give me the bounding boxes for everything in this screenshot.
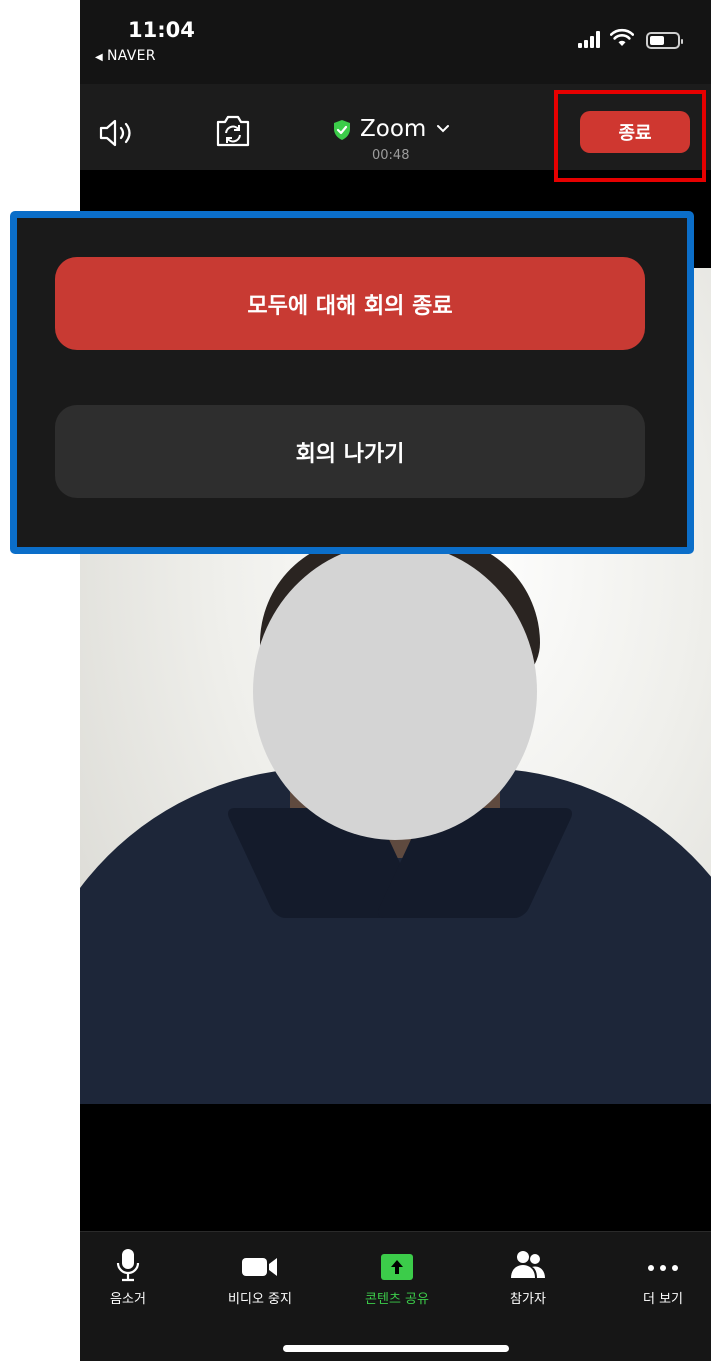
- status-time: 11:04: [128, 18, 195, 42]
- microphone-icon: [116, 1249, 140, 1282]
- video-camera-icon: [242, 1258, 277, 1276]
- meeting-toolbar: 음소거 비디오 중지 콘텐츠 공유 참가자 더 보기: [80, 1231, 711, 1361]
- more-button[interactable]: 더 보기: [608, 1248, 711, 1308]
- stop-video-button[interactable]: 비디오 중지: [205, 1248, 315, 1308]
- toolbar-label: 참가자: [510, 1292, 546, 1307]
- toolbar-label: 비디오 중지: [228, 1292, 292, 1307]
- home-indicator[interactable]: [283, 1345, 509, 1352]
- chevron-down-icon: [437, 125, 449, 133]
- cellular-signal-icon: [578, 31, 604, 48]
- meeting-timer: 00:48: [372, 148, 410, 163]
- share-screen-icon: [381, 1254, 413, 1280]
- back-app-label: NAVER: [107, 48, 156, 64]
- meeting-title-dropdown[interactable]: Zoom 00:48: [332, 114, 462, 164]
- battery-icon: [646, 32, 683, 49]
- switch-camera-icon[interactable]: [214, 114, 252, 148]
- zoom-meeting-screen: 11:04 ◀ NAVER Zoom 00:48 종료 음소거 비디오 중지 콘…: [80, 0, 711, 1361]
- encryption-shield-icon: [334, 120, 350, 140]
- back-arrow-icon: ◀: [95, 52, 103, 63]
- toolbar-label: 콘텐츠 공유: [365, 1292, 429, 1307]
- end-button-highlight-box: [554, 90, 706, 182]
- face-privacy-mask: [253, 543, 537, 840]
- participants-icon: [511, 1251, 545, 1278]
- participants-button[interactable]: 참가자: [473, 1248, 583, 1308]
- speaker-icon[interactable]: [98, 118, 138, 148]
- toolbar-label: 더 보기: [642, 1292, 683, 1307]
- status-bar: 11:04 ◀ NAVER: [80, 0, 711, 84]
- more-icon: [648, 1265, 678, 1271]
- toolbar-label: 음소거: [110, 1292, 146, 1307]
- wifi-icon: [610, 28, 634, 46]
- back-to-app-link[interactable]: ◀ NAVER: [95, 48, 156, 64]
- meeting-title: Zoom: [360, 116, 427, 142]
- leave-meeting-button[interactable]: 회의 나가기: [55, 405, 645, 498]
- mute-button[interactable]: 음소거: [80, 1248, 183, 1308]
- video-letterbox-bottom: [80, 1104, 711, 1231]
- end-meeting-panel: 모두에 대해 회의 종료 회의 나가기: [10, 211, 694, 554]
- share-content-button[interactable]: 콘텐츠 공유: [342, 1248, 452, 1308]
- end-meeting-for-all-button[interactable]: 모두에 대해 회의 종료: [55, 257, 645, 350]
